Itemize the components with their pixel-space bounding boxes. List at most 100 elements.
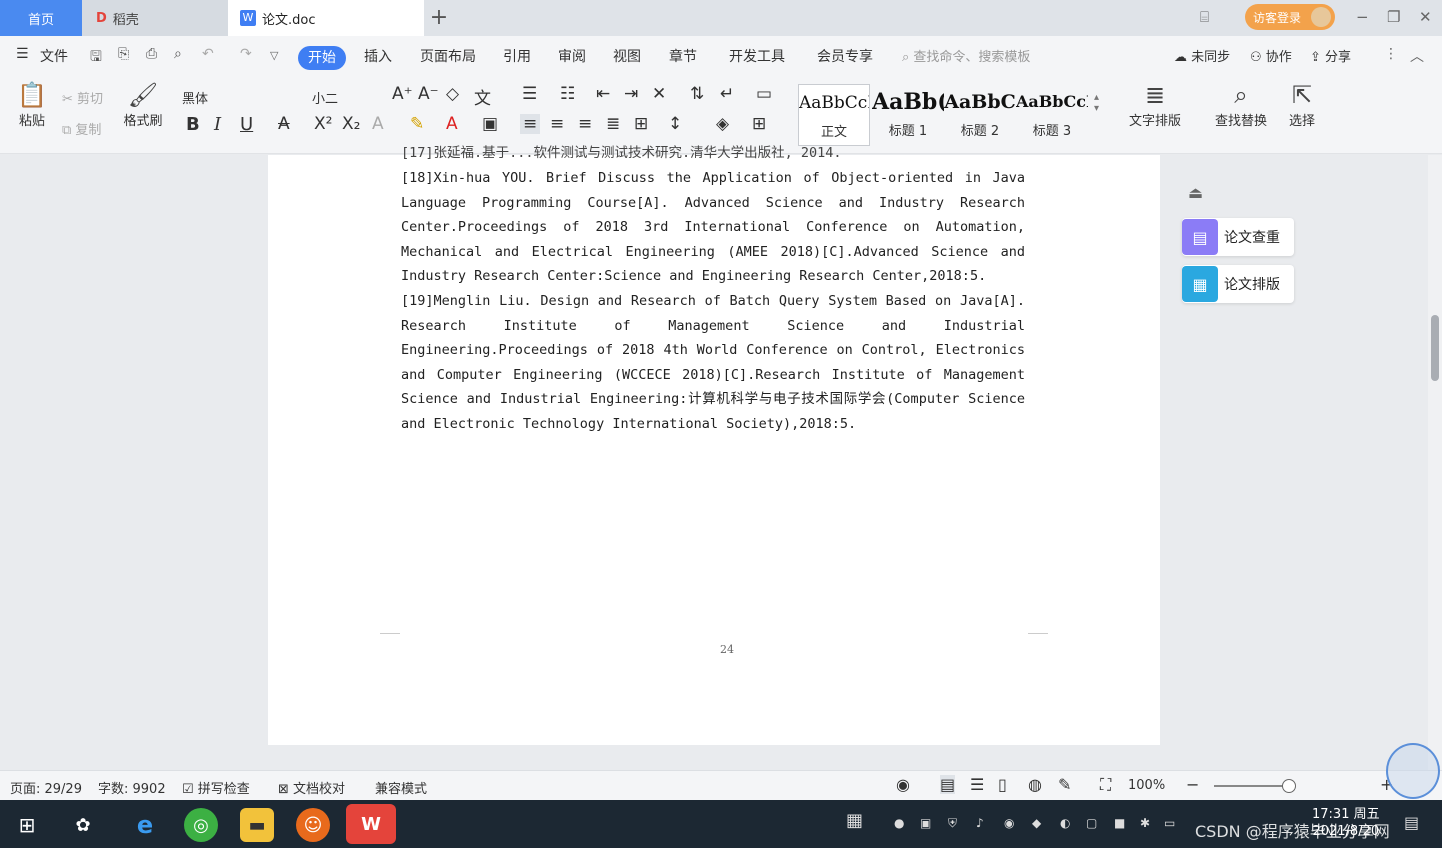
hamburger-icon[interactable]: ☰ (16, 46, 29, 62)
decrease-indent-icon[interactable]: ⇤ (596, 84, 610, 104)
app-pinwheel-icon[interactable]: ✿ (66, 808, 100, 842)
zoom-slider-thumb[interactable] (1282, 779, 1296, 793)
notification-icon[interactable]: ▤ (1404, 813, 1419, 832)
shield-icon[interactable]: ⛨ (948, 816, 957, 831)
print-preview-icon[interactable]: ⌕ (174, 46, 182, 62)
subscript-icon[interactable]: X₂ (342, 114, 360, 134)
fit-page-icon[interactable]: ⛶ (1100, 775, 1111, 795)
tray-app-icon[interactable]: ▢ (1086, 816, 1097, 830)
justify-icon[interactable]: ≣ (606, 114, 620, 134)
chinese-layout-icon[interactable]: ✕ (652, 84, 666, 104)
more-icon[interactable]: ⋮ (1384, 46, 1398, 62)
phonetic-icon[interactable]: 文 (474, 84, 491, 109)
highlight-icon[interactable]: ✎ (410, 114, 424, 134)
customize-chevron-icon[interactable]: ▽ (270, 49, 278, 62)
tray-app-icon[interactable]: ■ (1114, 816, 1125, 830)
menu-devtools[interactable]: 开发工具 (729, 46, 785, 66)
tray-app-icon[interactable]: ● (894, 816, 904, 830)
tray-app-icon[interactable]: ▣ (920, 816, 931, 830)
save-icon[interactable]: 🖫 (90, 46, 102, 70)
menu-view[interactable]: 视图 (613, 46, 641, 66)
find-replace-button[interactable]: ⌕ 查找替换 (1208, 80, 1274, 129)
login-button[interactable]: 访客登录 (1245, 4, 1335, 30)
align-left-icon[interactable]: ≡ (520, 114, 541, 134)
ruler-icon[interactable]: ▭ (756, 84, 772, 104)
thesis-check-button[interactable]: ▤ 论文查重 (1182, 218, 1294, 256)
select-button[interactable]: ⇱ 选择 (1282, 80, 1322, 129)
text-effect-icon[interactable]: A (372, 114, 384, 134)
reading-mode-icon[interactable]: ⌸ (1200, 8, 1209, 26)
grow-font-icon[interactable]: A⁺ (392, 84, 413, 104)
increase-indent-icon[interactable]: ⇥ (624, 84, 638, 104)
export-icon[interactable]: ⎘ (118, 46, 129, 62)
italic-icon[interactable]: I (214, 114, 221, 135)
style-heading-1[interactable]: AaBb( 标题 1 (872, 84, 944, 146)
menu-file[interactable]: 文件 (40, 46, 68, 66)
thesis-format-button[interactable]: ▦ 论文排版 (1182, 265, 1294, 303)
eye-protect-icon[interactable]: ◉ (896, 775, 910, 794)
proofread-button[interactable]: ⊠ 文档校对 (278, 778, 345, 797)
tray-app-icon[interactable]: ◆ (1032, 816, 1041, 830)
print-icon[interactable]: ⎙ (146, 46, 157, 62)
menu-layout[interactable]: 页面布局 (420, 46, 476, 66)
style-normal[interactable]: AaBbCcI 正文 (798, 84, 870, 146)
font-name-select[interactable]: 黑体 (182, 88, 208, 107)
close-button[interactable]: ✕ (1419, 8, 1432, 26)
web-view-icon[interactable]: ◍ (1028, 775, 1042, 794)
shrink-font-icon[interactable]: A⁻ (418, 84, 439, 104)
line-spacing-icon[interactable]: ↕ (668, 114, 682, 134)
browser-360-icon[interactable]: ◎ (184, 808, 218, 842)
windows-start-icon[interactable]: ⊞ (10, 808, 44, 842)
sort-icon[interactable]: ⇅ (690, 84, 704, 104)
minimize-button[interactable]: − (1356, 8, 1369, 26)
network-monitor-icon[interactable]: ▦ (846, 810, 863, 831)
font-color-icon[interactable]: A (446, 114, 458, 134)
shading-icon[interactable]: ◈ (716, 114, 729, 134)
wps-taskbar-icon[interactable]: W (346, 804, 396, 844)
outline-view-icon[interactable]: ☰ (970, 775, 984, 794)
command-search[interactable]: ⌕ 查找命令、搜索模板 (902, 46, 1030, 65)
monitor-icon[interactable]: ▭ (1164, 816, 1175, 830)
bell-icon[interactable]: ♪ (976, 816, 984, 830)
undo-icon[interactable]: ↶ (202, 46, 214, 62)
copy-button[interactable]: ⧉ 复制 (62, 119, 101, 138)
write-view-icon[interactable]: ✎ (1058, 775, 1071, 794)
styles-more-icon[interactable]: ▴ ▾ (1094, 92, 1099, 114)
page-view-icon[interactable]: ▤ (940, 775, 956, 794)
menu-insert[interactable]: 插入 (364, 46, 392, 66)
menu-start[interactable]: 开始 (298, 46, 346, 70)
read-view-icon[interactable]: ▯ (998, 775, 1007, 794)
borders-icon[interactable]: ⊞ (752, 114, 766, 134)
file-explorer-icon[interactable]: ▬ (240, 808, 274, 842)
bullet-list-icon[interactable]: ☰ (522, 84, 537, 104)
superscript-icon[interactable]: X² (314, 114, 332, 134)
vertical-scrollbar[interactable] (1428, 155, 1442, 770)
spell-check-button[interactable]: ☑ 拼写检查 (182, 778, 250, 797)
distribute-icon[interactable]: ⊞ (634, 114, 648, 134)
menu-member[interactable]: 会员专享 (817, 46, 873, 66)
char-border-icon[interactable]: ▣ (482, 114, 498, 134)
align-right-icon[interactable]: ≡ (578, 114, 592, 134)
style-heading-3[interactable]: AaBbCcI 标题 3 (1016, 84, 1088, 146)
word-count[interactable]: 字数: 9902 (98, 778, 166, 797)
cut-button[interactable]: ✂ 剪切 (62, 88, 103, 107)
strikethrough-icon[interactable]: A (278, 114, 290, 134)
redo-icon[interactable]: ↷ (240, 46, 252, 62)
app-mascot-icon[interactable]: ☺ (296, 808, 330, 842)
menu-section[interactable]: 章节 (669, 46, 697, 66)
floating-assistant-icon[interactable] (1386, 743, 1440, 799)
collab-button[interactable]: ⚇ 协作 (1250, 46, 1292, 65)
page-count[interactable]: 页面: 29/29 (10, 778, 82, 797)
bold-icon[interactable]: B (186, 114, 200, 135)
style-heading-2[interactable]: AaBbC 标题 2 (944, 84, 1016, 146)
restore-button[interactable]: ❐ (1387, 8, 1400, 26)
format-painter-button[interactable]: 🖌 格式刷 (120, 80, 166, 129)
bluetooth-icon[interactable]: ✱ (1140, 816, 1150, 830)
menu-review[interactable]: 审阅 (558, 46, 586, 66)
share-button[interactable]: ⇪ 分享 (1310, 46, 1351, 65)
underline-icon[interactable]: U (240, 114, 253, 135)
tray-app-icon[interactable]: ◐ (1060, 816, 1070, 830)
tray-app-icon[interactable]: ◉ (1004, 816, 1014, 830)
panel-collapse-icon[interactable]: ⏏ (1188, 183, 1203, 202)
zoom-level[interactable]: 100% (1128, 778, 1165, 793)
